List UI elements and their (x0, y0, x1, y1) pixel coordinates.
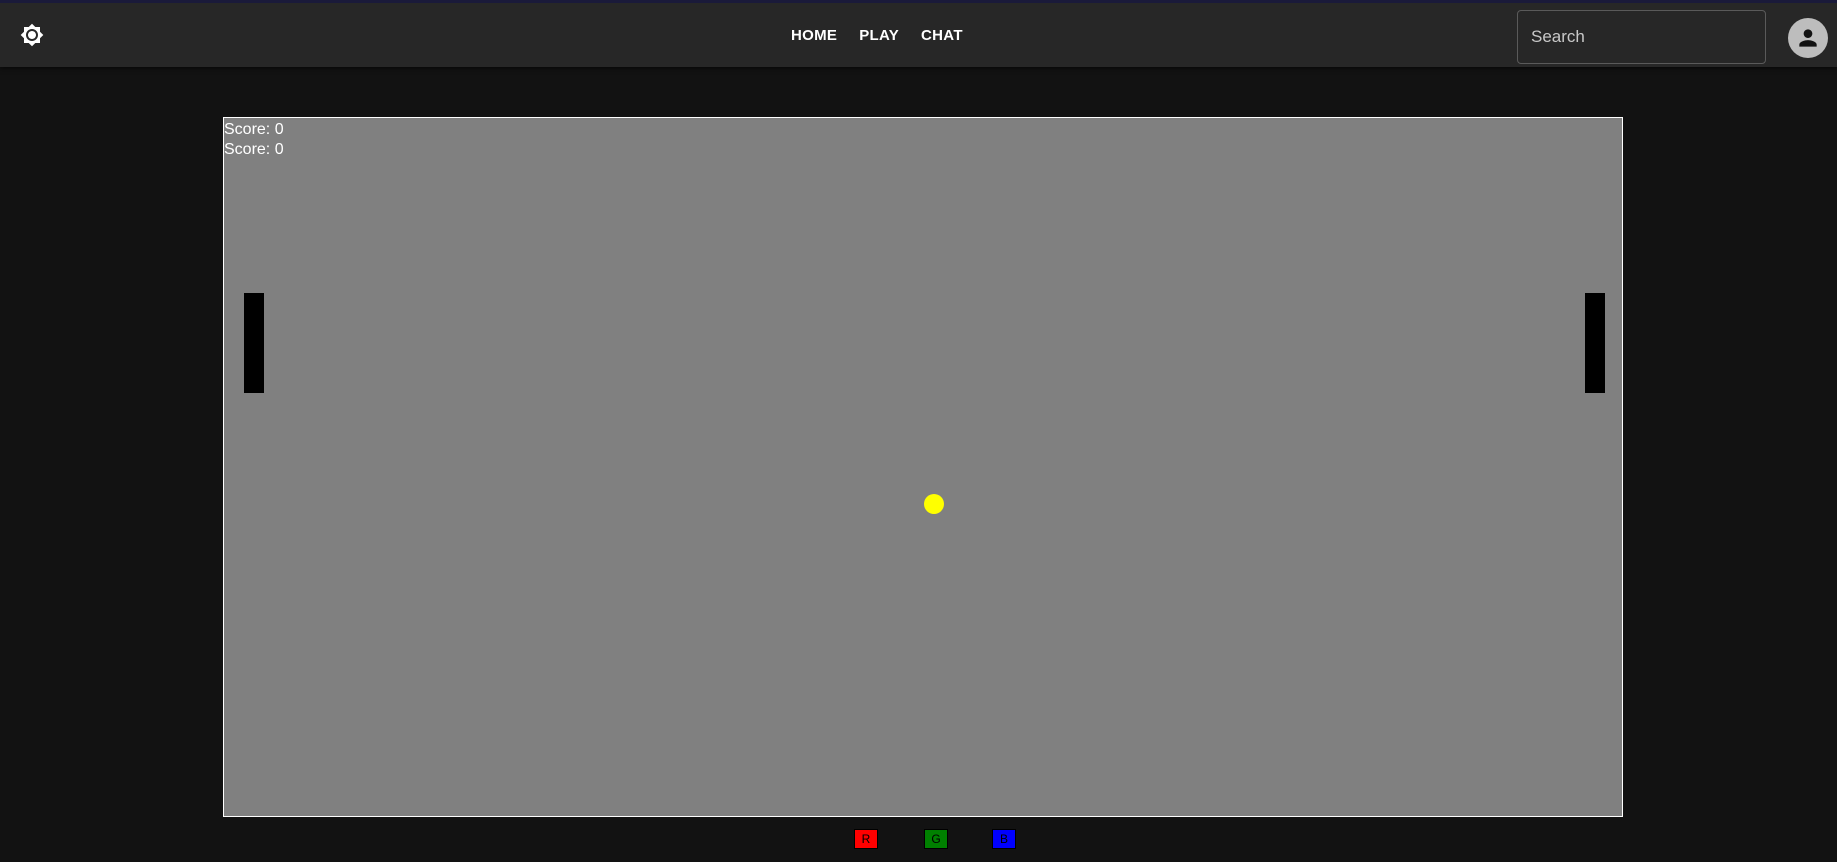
nav-chat[interactable]: CHAT (910, 19, 974, 52)
red-color-button[interactable]: R (854, 829, 878, 849)
left-paddle (244, 293, 264, 393)
game-canvas[interactable]: Score: 0 Score: 0 (223, 117, 1623, 817)
right-paddle (1585, 293, 1605, 393)
search-input[interactable] (1517, 10, 1766, 64)
nav-home[interactable]: HOME (780, 19, 848, 52)
person-icon (1795, 25, 1821, 51)
player-1-score: Score: 0 (224, 121, 284, 138)
brightness-icon (20, 23, 44, 52)
main-nav: HOME PLAY CHAT (780, 3, 974, 67)
player-2-score: Score: 0 (224, 141, 284, 158)
nav-play[interactable]: PLAY (848, 19, 910, 52)
app-bar: HOME PLAY CHAT (0, 0, 1837, 67)
avatar[interactable] (1788, 18, 1828, 58)
blue-color-button[interactable]: B (992, 829, 1016, 849)
theme-toggle-button[interactable] (16, 21, 48, 53)
green-color-button[interactable]: G (924, 829, 948, 849)
ball (924, 494, 944, 514)
